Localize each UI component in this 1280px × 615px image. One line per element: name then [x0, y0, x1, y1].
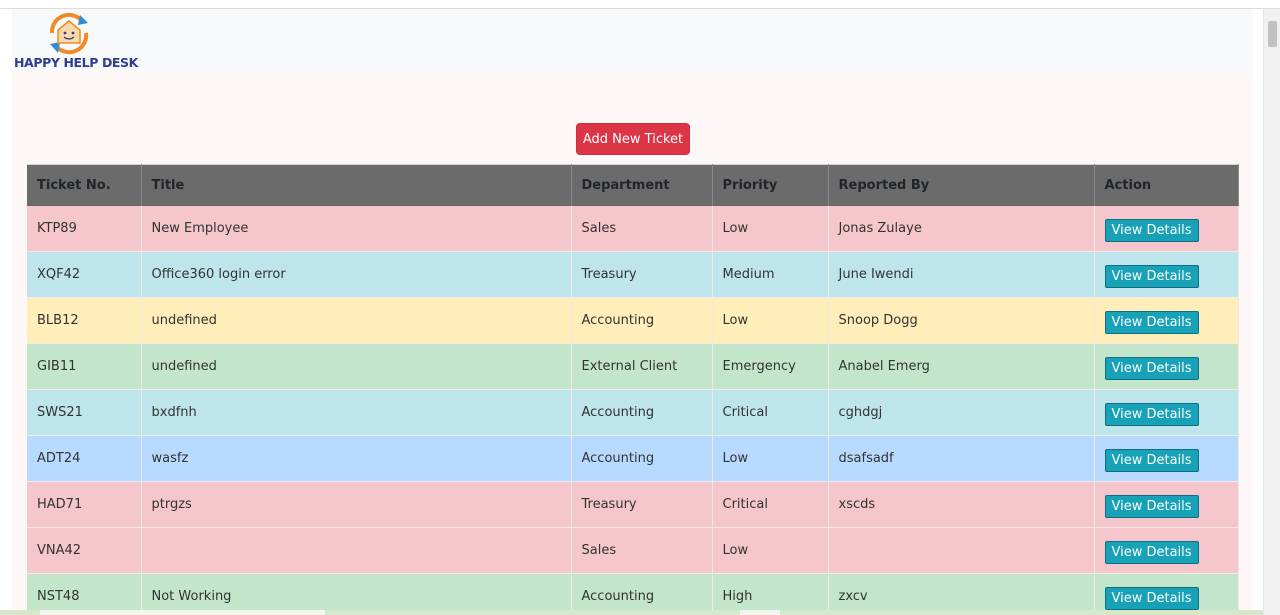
brand-name: HAPPY HELP DESK	[14, 55, 138, 70]
view-details-button[interactable]: View Details	[1104, 449, 1199, 472]
header-title[interactable]: Title	[141, 164, 572, 206]
priority-cell: Medium	[712, 251, 829, 298]
header-department[interactable]: Department	[571, 164, 713, 206]
title-cell: undefined	[141, 297, 572, 344]
priority-cell: Critical	[712, 481, 829, 528]
reported-by-cell: June Iwendi	[828, 251, 1095, 298]
reported-by-cell: Snoop Dogg	[828, 297, 1095, 344]
department-cell: Accounting	[571, 573, 713, 615]
house-smiley-logo-icon	[49, 12, 89, 55]
reported-by-cell: Anabel Emerg	[828, 343, 1095, 390]
department-cell: Treasury	[571, 251, 713, 298]
title-cell: Not Working	[141, 573, 572, 615]
table-row: VNA42 Sales Low View Details	[27, 527, 1239, 574]
action-cell: View Details	[1094, 435, 1239, 482]
header-ticket-no[interactable]: Ticket No.	[27, 164, 142, 206]
brand-logo[interactable]: HAPPY HELP DESK	[14, 11, 138, 70]
action-cell: View Details	[1094, 573, 1239, 615]
title-cell: bxdfnh	[141, 389, 572, 436]
action-cell: View Details	[1094, 205, 1239, 252]
title-cell: New Employee	[141, 205, 572, 252]
bottom-edge-strip	[0, 610, 1263, 615]
scrollbar-thumb[interactable]	[1268, 21, 1277, 47]
add-new-ticket-button[interactable]: Add New Ticket	[576, 123, 690, 155]
vertical-scrollbar[interactable]	[1263, 9, 1280, 615]
table-row: ADT24 wasfz Accounting Low dsafsadf View Deta…	[27, 435, 1239, 482]
ticket-number-cell: HAD71	[27, 481, 142, 528]
action-cell: View Details	[1094, 527, 1239, 574]
action-cell: View Details	[1094, 389, 1239, 436]
priority-cell: High	[712, 573, 829, 615]
reported-by-cell	[828, 527, 1095, 574]
department-cell: Treasury	[571, 481, 713, 528]
ticket-number-cell: GIB11	[27, 343, 142, 390]
view-details-button[interactable]: View Details	[1104, 311, 1199, 334]
priority-cell: Emergency	[712, 343, 829, 390]
reported-by-cell: xscds	[828, 481, 1095, 528]
action-cell: View Details	[1094, 251, 1239, 298]
priority-cell: Low	[712, 435, 829, 482]
ticket-number-cell: NST48	[27, 573, 142, 615]
view-details-button[interactable]: View Details	[1104, 541, 1199, 564]
table-row: NST48 Not Working Accounting High zxcv View D…	[27, 573, 1239, 615]
department-cell: External Client	[571, 343, 713, 390]
title-cell: wasfz	[141, 435, 572, 482]
reported-by-cell: Jonas Zulaye	[828, 205, 1095, 252]
action-cell: View Details	[1094, 297, 1239, 344]
title-cell: ptrgzs	[141, 481, 572, 528]
table-header-row: Ticket No. Title Department Priority Rep…	[27, 164, 1239, 206]
department-cell: Sales	[571, 205, 713, 252]
department-cell: Accounting	[571, 297, 713, 344]
priority-cell: Critical	[712, 389, 829, 436]
department-cell: Sales	[571, 527, 713, 574]
browser-top-border	[0, 0, 1280, 9]
table-row: HAD71 ptrgzs Treasury Critical xscds View Det…	[27, 481, 1239, 528]
tickets-table: Ticket No. Title Department Priority Rep…	[27, 164, 1239, 615]
reported-by-cell: cghdgj	[828, 389, 1095, 436]
reported-by-cell: zxcv	[828, 573, 1095, 615]
priority-cell: Low	[712, 527, 829, 574]
header-priority[interactable]: Priority	[712, 164, 829, 206]
view-details-button[interactable]: View Details	[1104, 495, 1199, 518]
header-action: Action	[1094, 164, 1239, 206]
title-cell	[141, 527, 572, 574]
priority-cell: Low	[712, 205, 829, 252]
title-cell: Office360 login error	[141, 251, 572, 298]
table-row: KTP89 New Employee Sales Low Jonas Zulaye Vie…	[27, 205, 1239, 252]
ticket-number-cell: ADT24	[27, 435, 142, 482]
header-reported-by[interactable]: Reported By	[828, 164, 1095, 206]
ticket-number-cell: XQF42	[27, 251, 142, 298]
department-cell: Accounting	[571, 389, 713, 436]
view-details-button[interactable]: View Details	[1104, 403, 1199, 426]
priority-cell: Low	[712, 297, 829, 344]
action-cell: View Details	[1094, 481, 1239, 528]
department-cell: Accounting	[571, 435, 713, 482]
ticket-number-cell: VNA42	[27, 527, 142, 574]
table-row: GIB11 undefined External Client Emergency An…	[27, 343, 1239, 390]
view-details-button[interactable]: View Details	[1104, 219, 1199, 242]
title-cell: undefined	[141, 343, 572, 390]
table-row: BLB12 undefined Accounting Low Snoop Dogg Vie…	[27, 297, 1239, 344]
page-container: HAPPY HELP DESK Add New Ticket Ticket No…	[12, 9, 1253, 615]
table-row: XQF42 Office360 login error Treasury Medium…	[27, 251, 1239, 298]
ticket-number-cell: BLB12	[27, 297, 142, 344]
reported-by-cell: dsafsadf	[828, 435, 1095, 482]
navbar: HAPPY HELP DESK	[12, 9, 1253, 71]
ticket-number-cell: SWS21	[27, 389, 142, 436]
view-details-button[interactable]: View Details	[1104, 265, 1199, 288]
table-row: SWS21 bxdfnh Accounting Critical cghdgj View …	[27, 389, 1239, 436]
ticket-number-cell: KTP89	[27, 205, 142, 252]
action-cell: View Details	[1094, 343, 1239, 390]
view-details-button[interactable]: View Details	[1104, 587, 1199, 611]
view-details-button[interactable]: View Details	[1104, 357, 1199, 380]
